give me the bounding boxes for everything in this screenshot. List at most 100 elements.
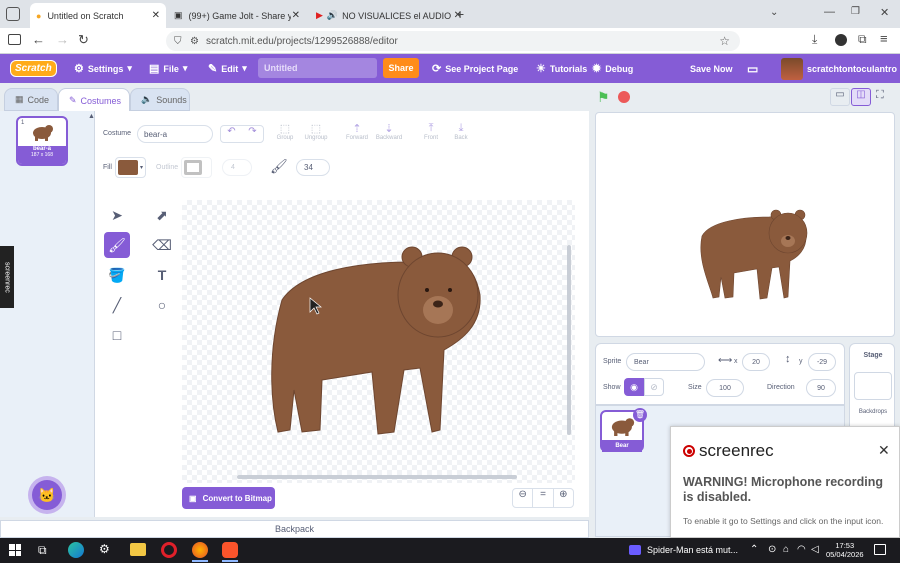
back-button[interactable]: ⤓ Back (449, 122, 473, 141)
wifi-icon[interactable]: ◠ (797, 544, 806, 555)
select-tool[interactable]: ➤ (104, 202, 130, 228)
small-stage-icon[interactable]: ▭ (830, 88, 850, 106)
backpack-panel[interactable]: Backpack (0, 520, 589, 538)
file-explorer-icon[interactable] (130, 543, 146, 556)
costume-item[interactable]: 1 bear-a 187 x 168 (16, 116, 68, 166)
delete-sprite-icon[interactable]: 🗑 (633, 408, 647, 422)
zoom-reset-button[interactable]: = (533, 489, 554, 507)
task-view-icon[interactable]: ⧉ (38, 543, 47, 558)
y-input[interactable]: -29 (808, 353, 836, 371)
eraser-tool[interactable]: ⌫ (149, 232, 175, 258)
front-button[interactable]: ⤒ Front (419, 122, 443, 141)
rectangle-tool[interactable]: □ (104, 322, 130, 348)
tab-search-icon[interactable]: ⌄ (770, 7, 778, 18)
group-button[interactable]: ⬚ Group (274, 122, 296, 141)
tab-actions-icon[interactable] (6, 7, 20, 21)
bookmark-star-icon[interactable]: ☆ (719, 34, 730, 48)
ungroup-button[interactable]: ⬚ Ungroup (302, 122, 330, 141)
shield-icon[interactable] (835, 34, 847, 46)
clock[interactable]: 17:53 05/04/2026 (826, 541, 864, 559)
browser-tab-youtube[interactable]: ▶ 🔊 NO VISUALICES el AUDIO ✕ (310, 3, 468, 28)
outline-width-input[interactable]: 4 (222, 159, 252, 176)
forward-arrow-icon[interactable]: → (56, 32, 69, 47)
back-arrow-icon[interactable]: ← (32, 32, 45, 47)
fill-color-picker[interactable]: ▾ (115, 157, 146, 178)
screenrec-side-tag[interactable]: screenrec (0, 246, 14, 308)
canvas-horizontal-scrollbar[interactable] (237, 475, 517, 479)
line-tool[interactable]: ╱ (104, 292, 130, 318)
account-menu[interactable]: scratchtontoculantro (781, 54, 897, 83)
restore-icon[interactable]: ❐ (851, 6, 860, 17)
circle-tool[interactable]: ○ (149, 292, 175, 318)
reshape-tool[interactable]: ⬈ (149, 202, 175, 228)
undo-icon[interactable]: ↶ (221, 126, 242, 142)
tab-sounds[interactable]: 🔈 Sounds (130, 88, 190, 111)
project-title-input[interactable]: Untitled (258, 58, 377, 78)
redo-icon[interactable]: ↷ (242, 126, 263, 142)
minimize-icon[interactable]: — (824, 6, 835, 18)
normal-stage-icon[interactable]: ◫ (851, 88, 871, 106)
network-icon[interactable]: ⌂ (783, 544, 789, 555)
zoom-in-icon[interactable]: ⊕ (554, 489, 573, 507)
brush-tool[interactable]: 🖌 (104, 232, 130, 258)
tab-costumes[interactable]: ✎ Costumes (58, 88, 130, 112)
reload-icon[interactable]: ↻ (78, 32, 89, 48)
debug-button[interactable]: ✹ Debug (592, 54, 633, 83)
tab-code[interactable]: ▦ Code (4, 88, 58, 111)
windows-start-icon[interactable] (9, 544, 21, 556)
hide-icon[interactable]: ⊘ (644, 378, 664, 396)
window-close-icon[interactable]: ✕ (880, 6, 889, 19)
new-tab-icon[interactable]: + (456, 6, 464, 22)
direction-input[interactable]: 90 (806, 379, 836, 397)
sprite-name-input[interactable]: Bear (626, 353, 705, 371)
fullscreen-icon[interactable]: ⛶ (876, 89, 884, 102)
show-visible-icon[interactable]: ◉ (624, 378, 644, 396)
x-input[interactable]: 20 (742, 353, 770, 371)
choose-costume-button[interactable]: 🐱 (32, 480, 62, 510)
address-bar[interactable]: ⛉ ⚙ scratch.mit.edu/projects/1299526888/… (166, 31, 740, 51)
size-input[interactable]: 100 (706, 379, 744, 397)
close-tab-icon[interactable]: ✕ (292, 10, 300, 21)
zoom-out-icon[interactable]: ⊖ (513, 489, 534, 507)
costume-name-input[interactable]: bear-a (137, 125, 213, 143)
media-widget[interactable]: Spider-Man está mut... (629, 545, 738, 555)
save-now-button[interactable]: Save Now (690, 54, 733, 83)
fill-tool[interactable]: 🪣 (104, 262, 130, 288)
recording-icon[interactable]: ⊙ (768, 544, 776, 555)
stage[interactable] (595, 112, 895, 337)
browser-tab-gamejolt[interactable]: ▣ (99+) Game Jolt - Share your cr ✕ (168, 3, 306, 28)
scroll-up-icon[interactable]: ▲ (88, 113, 95, 120)
stop-icon[interactable] (618, 91, 630, 103)
firefox-icon[interactable] (192, 542, 208, 558)
close-popup-icon[interactable]: ✕ (878, 442, 890, 459)
sidebar-toggle-icon[interactable] (8, 34, 21, 45)
extensions-icon[interactable]: ⧉ (858, 32, 867, 47)
outline-color-picker[interactable] (181, 157, 212, 178)
brush-size-input[interactable]: 34 (296, 159, 330, 176)
opera-icon[interactable] (161, 542, 177, 558)
close-tab-icon[interactable]: ✕ (152, 10, 160, 21)
edge-icon[interactable] (68, 542, 84, 558)
backward-button[interactable]: ⇣ Backward (373, 122, 405, 141)
volume-icon[interactable]: ◁ (811, 544, 819, 555)
chevron-up-icon[interactable]: ⌃ (750, 544, 758, 555)
tutorials-button[interactable]: ☀ Tutorials (536, 54, 587, 83)
green-flag-icon[interactable]: ⚑ (597, 89, 610, 106)
browser-tab-scratch[interactable]: ● Untitled on Scratch ✕ (30, 3, 166, 28)
forward-button[interactable]: ⇡ Forward (343, 122, 371, 141)
menu-icon[interactable]: ≡ (880, 31, 888, 46)
see-project-page-button[interactable]: ⟳ See Project Page (432, 54, 518, 83)
file-menu[interactable]: ▤ File ▾ (149, 54, 187, 83)
canvas-vertical-scrollbar[interactable] (567, 245, 571, 435)
download-icon[interactable]: ⤓ (812, 32, 817, 47)
notifications-icon[interactable] (874, 544, 886, 555)
scratch-logo[interactable]: Scratch (10, 54, 57, 83)
my-stuff-icon[interactable]: ▭ (747, 54, 758, 83)
paint-canvas[interactable] (182, 200, 575, 483)
edit-menu[interactable]: ✎ Edit ▾ (208, 54, 247, 83)
convert-to-bitmap-button[interactable]: ▣ Convert to Bitmap (182, 487, 275, 509)
settings-menu[interactable]: ⚙ Settings ▾ (74, 54, 132, 83)
share-button[interactable]: Share (383, 58, 419, 78)
site-settings-icon[interactable]: ⚙ (190, 36, 199, 47)
app-icon[interactable]: ⚙ (99, 542, 110, 556)
